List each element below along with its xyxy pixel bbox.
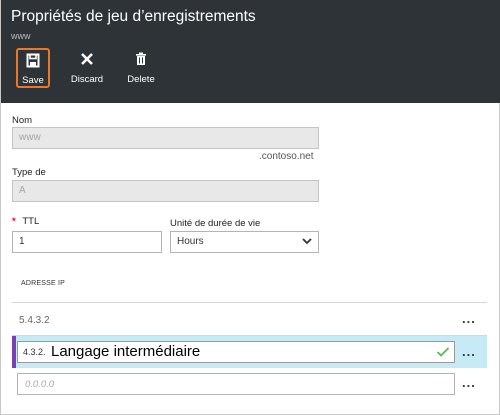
delete-button[interactable]: Delete [117, 48, 165, 88]
ttl-label-group: * TTL [12, 216, 39, 227]
new-ip-field[interactable] [23, 378, 447, 391]
ttl-unit-label: Unité de durée de vie [170, 218, 261, 229]
checkmark-icon [436, 345, 450, 363]
blade-title: Propriétés de jeu d’enregistrements [11, 8, 256, 25]
row-menu-button[interactable]: ... [462, 311, 476, 326]
row-menu-button[interactable]: ... [462, 344, 476, 359]
save-icon [18, 53, 48, 73]
ttl-label: TTL [22, 216, 40, 227]
type-field[interactable]: A [12, 180, 319, 202]
blade-subtitle: www [11, 31, 31, 41]
ttl-input[interactable]: 1 [12, 231, 162, 253]
delete-label: Delete [127, 74, 155, 85]
save-label: Save [22, 75, 44, 86]
divider [12, 302, 487, 303]
type-label: Type de [12, 167, 46, 178]
new-ip-input[interactable] [17, 373, 455, 395]
name-label: Nom [12, 115, 33, 126]
discard-label: Discard [70, 74, 104, 85]
save-button[interactable]: Save [16, 48, 50, 88]
discard-button[interactable]: Discard [63, 48, 111, 88]
properties-blade: Propriétés de jeu d’enregistrements www … [0, 0, 500, 415]
ip-column-header: ADRESSE IP [21, 280, 66, 287]
required-marker: * [12, 216, 16, 227]
chevron-down-icon [302, 237, 312, 248]
ttl-unit-value: Hours [177, 236, 204, 247]
ip-edit-value: 4.3.2. [23, 347, 46, 357]
ttl-unit-select[interactable]: Hours [170, 231, 319, 253]
row-menu-button[interactable]: ... [462, 375, 476, 390]
overlay-caption: Langage intermédiaire [51, 343, 201, 361]
ip-row-value[interactable]: 5.4.3.2 [19, 315, 50, 326]
name-field[interactable]: www [12, 127, 319, 149]
zone-suffix: .contoso.net [259, 151, 314, 162]
trash-icon [117, 52, 165, 72]
close-icon [63, 52, 111, 72]
blade-header: Propriétés de jeu d’enregistrements www … [1, 0, 500, 103]
